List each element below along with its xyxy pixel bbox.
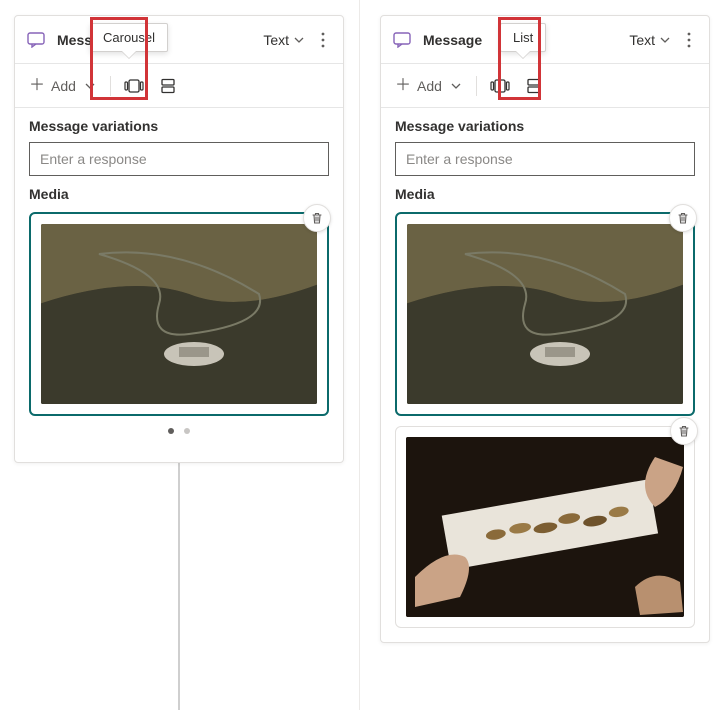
chevron-down-icon: [659, 34, 671, 46]
chevron-down-icon: [293, 34, 305, 46]
plus-icon: ＋: [395, 78, 411, 94]
media-image: [406, 437, 684, 617]
media-card[interactable]: [29, 212, 329, 416]
delete-media-button[interactable]: [669, 204, 697, 232]
delete-media-button[interactable]: [670, 417, 698, 445]
connector-line: [178, 458, 180, 710]
toolbar: ＋ Add: [15, 64, 343, 108]
variations-section: Message variations: [15, 108, 343, 180]
layout-list-button[interactable]: [153, 71, 183, 101]
add-button[interactable]: ＋ Add: [389, 74, 468, 98]
carousel-dot-active[interactable]: [168, 428, 174, 434]
delete-media-button[interactable]: [303, 204, 331, 232]
media-image: [41, 224, 317, 404]
media-heading: Media: [29, 186, 329, 202]
text-type-dropdown[interactable]: Text: [627, 28, 673, 52]
card-header: Message Text: [15, 16, 343, 64]
tooltip-carousel: Carousel: [90, 23, 168, 52]
toolbar-divider: [110, 76, 111, 96]
message-card-right: Message Text ＋ Add: [380, 15, 710, 643]
message-icon: [391, 29, 413, 51]
tooltip-list: List: [500, 23, 546, 52]
media-area: [381, 212, 709, 642]
add-label: Add: [417, 78, 442, 94]
variations-section: Message variations: [381, 108, 709, 180]
variations-heading: Message variations: [395, 118, 695, 134]
add-button[interactable]: ＋ Add: [23, 74, 102, 98]
message-card-left: Message Text ＋ Add: [14, 15, 344, 463]
text-type-dropdown[interactable]: Text: [261, 28, 307, 52]
media-area: [15, 212, 343, 462]
media-section-head: Media: [15, 180, 343, 202]
card-title: Message: [423, 32, 482, 48]
response-input[interactable]: [29, 142, 329, 176]
toolbar: ＋ Add: [381, 64, 709, 108]
layout-list-button[interactable]: [519, 71, 549, 101]
carousel-dot[interactable]: [184, 428, 190, 434]
toolbar-divider: [476, 76, 477, 96]
media-image: [407, 224, 683, 404]
carousel-pagination: [29, 416, 329, 448]
text-type-label: Text: [629, 32, 655, 48]
media-heading: Media: [395, 186, 695, 202]
chevron-down-icon: [450, 80, 462, 92]
more-options-button[interactable]: [679, 24, 699, 56]
layout-carousel-button[interactable]: [485, 71, 515, 101]
layout-carousel-button[interactable]: [119, 71, 149, 101]
response-input[interactable]: [395, 142, 695, 176]
text-type-label: Text: [263, 32, 289, 48]
more-options-button[interactable]: [313, 24, 333, 56]
page-divider: [359, 0, 360, 710]
add-label: Add: [51, 78, 76, 94]
media-card[interactable]: [395, 426, 695, 628]
media-section-head: Media: [381, 180, 709, 202]
plus-icon: ＋: [29, 78, 45, 94]
message-icon: [25, 29, 47, 51]
variations-heading: Message variations: [29, 118, 329, 134]
chevron-down-icon: [84, 80, 96, 92]
media-card[interactable]: [395, 212, 695, 416]
